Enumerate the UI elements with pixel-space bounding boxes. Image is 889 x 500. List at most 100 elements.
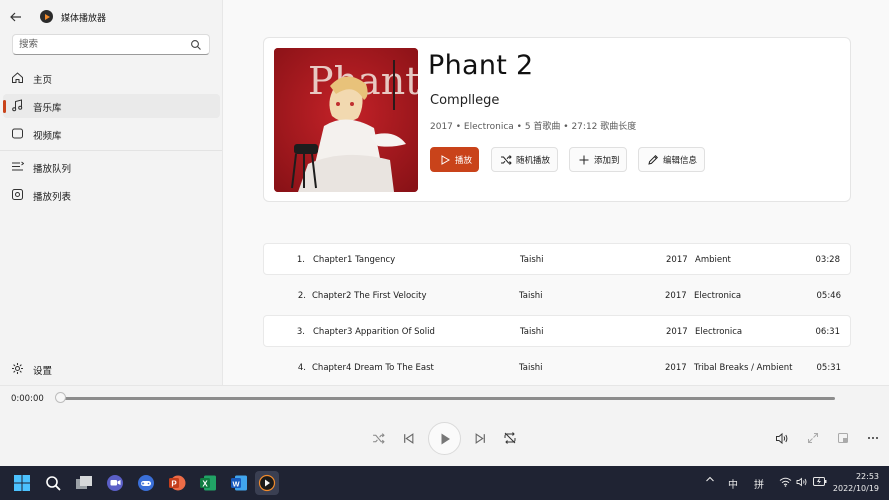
back-button[interactable] <box>6 8 26 26</box>
sidebar-item-label: 视频库 <box>33 131 62 142</box>
ime-mode-indicator[interactable]: 中 <box>728 476 738 491</box>
more-icon <box>868 437 878 439</box>
sidebar-item-play-queue[interactable]: 播放队列 <box>3 155 220 179</box>
ime-input-indicator[interactable]: 拼 <box>754 476 764 491</box>
sidebar-item-video-library[interactable]: 视频库 <box>3 122 220 146</box>
task-view-button[interactable] <box>72 471 96 495</box>
track-duration: 03:28 <box>815 255 841 265</box>
search-icon <box>45 475 61 491</box>
track-genre[interactable]: Electronica <box>695 327 742 337</box>
track-number: 2. <box>297 291 306 301</box>
mini-player-button[interactable] <box>835 430 851 446</box>
word-icon: W <box>231 475 247 491</box>
shuffle-icon <box>372 432 385 444</box>
album-cover-art: Phant <box>274 48 418 192</box>
chevron-up-icon <box>706 476 714 482</box>
clock-date: 2022/10/19 <box>832 484 879 493</box>
track-duration: 05:31 <box>816 363 842 373</box>
repeat-toggle[interactable] <box>502 430 518 446</box>
search-box[interactable] <box>12 34 210 55</box>
track-row[interactable]: 1. Chapter1 Tangency Taishi 2017 Ambient… <box>263 243 851 275</box>
skip-next-icon <box>475 432 485 444</box>
network-button[interactable] <box>779 477 792 490</box>
track-artist[interactable]: Taishi <box>519 363 543 373</box>
battery-button[interactable] <box>813 477 827 489</box>
volume-tray-button[interactable] <box>796 477 808 490</box>
settings-label: 设置 <box>33 366 53 377</box>
more-options-button[interactable] <box>865 430 881 446</box>
track-row[interactable]: 2. Chapter2 The First Velocity Taishi 20… <box>263 280 851 312</box>
track-year: 2017 <box>665 291 687 301</box>
play-button-label: 播放 <box>455 155 473 166</box>
excel-icon: X <box>200 475 216 491</box>
volume-button[interactable] <box>774 430 790 446</box>
next-button[interactable] <box>472 430 488 446</box>
sidebar-item-home[interactable]: 主页 <box>3 66 220 90</box>
add-to-button[interactable]: 添加到 <box>569 147 627 172</box>
seek-bar[interactable] <box>60 397 835 400</box>
track-title: Chapter3 Apparition Of Solid <box>313 327 435 337</box>
tray-overflow-button[interactable] <box>705 474 715 487</box>
sidebar-item-music-library[interactable]: 音乐库 <box>3 94 220 118</box>
track-artist[interactable]: Taishi <box>519 291 543 301</box>
gear-icon <box>12 363 23 374</box>
windows-taskbar: P X W 中 拼 22:53 2022/10/19 <box>0 466 889 500</box>
music-note-icon <box>12 99 23 112</box>
taskbar-search[interactable] <box>41 471 65 495</box>
search-input[interactable] <box>13 35 183 54</box>
arrow-left-icon <box>10 12 21 22</box>
sidebar-item-label: 播放列表 <box>33 192 72 203</box>
previous-button[interactable] <box>400 430 416 446</box>
play-button[interactable]: 播放 <box>430 147 479 172</box>
home-icon <box>12 72 23 83</box>
app-logo-icon <box>40 10 53 23</box>
sidebar: 主页 音乐库 视频库 播放队列 播放列表 设置 <box>0 34 222 385</box>
player-bar: 0:00:00 <box>0 385 889 466</box>
album-header-card: Phant Phant 2 Compllege 2017 • Electroni… <box>263 37 851 202</box>
video-icon <box>12 128 23 139</box>
pencil-icon <box>648 154 659 165</box>
track-year: 2017 <box>666 255 688 265</box>
taskbar-game[interactable] <box>134 471 158 495</box>
track-artist[interactable]: Taishi <box>520 255 544 265</box>
track-genre[interactable]: Tribal Breaks / Ambient <box>694 363 792 373</box>
play-pause-button[interactable] <box>428 422 461 455</box>
taskbar-excel[interactable]: X <box>196 471 220 495</box>
repeat-off-icon <box>504 432 516 444</box>
game-icon <box>138 475 154 491</box>
track-number: 4. <box>297 363 306 373</box>
shuffle-toggle[interactable] <box>370 430 386 446</box>
track-year: 2017 <box>665 363 687 373</box>
svg-text:X: X <box>202 479 208 488</box>
edit-info-button[interactable]: 编辑信息 <box>638 147 705 172</box>
track-genre[interactable]: Electronica <box>694 291 741 301</box>
add-to-button-label: 添加到 <box>594 155 620 166</box>
start-button[interactable] <box>10 471 34 495</box>
media-player-icon <box>258 474 276 492</box>
play-icon <box>441 154 451 165</box>
taskbar-word[interactable]: W <box>227 471 251 495</box>
taskbar-media-player[interactable] <box>255 471 279 495</box>
shuffle-button-label: 随机播放 <box>516 155 551 166</box>
sidebar-item-label: 主页 <box>33 75 53 86</box>
sidebar-item-playlists[interactable]: 播放列表 <box>3 183 220 207</box>
taskbar-powerpoint[interactable]: P <box>165 471 189 495</box>
task-view-icon <box>76 476 92 489</box>
track-genre[interactable]: Ambient <box>695 255 731 265</box>
album-cover-illustration: Phant <box>274 48 418 192</box>
battery-icon <box>813 477 827 486</box>
album-title: Phant 2 <box>428 50 534 81</box>
wifi-icon <box>779 477 792 487</box>
fullscreen-button[interactable] <box>805 430 821 446</box>
search-icon[interactable] <box>190 39 202 51</box>
settings-button[interactable]: 设置 <box>3 357 220 381</box>
shuffle-button[interactable]: 随机播放 <box>491 147 558 172</box>
taskbar-clock[interactable]: 22:53 2022/10/19 <box>833 471 879 495</box>
track-row[interactable]: 3. Chapter3 Apparition Of Solid Taishi 2… <box>263 315 851 347</box>
track-artist[interactable]: Taishi <box>520 327 544 337</box>
shuffle-icon <box>501 154 512 165</box>
track-row[interactable]: 4. Chapter4 Dream To The East Taishi 201… <box>263 352 851 384</box>
taskbar-chat[interactable] <box>103 471 127 495</box>
album-artist-link[interactable]: Compllege <box>430 93 499 108</box>
seek-thumb[interactable] <box>55 392 66 403</box>
